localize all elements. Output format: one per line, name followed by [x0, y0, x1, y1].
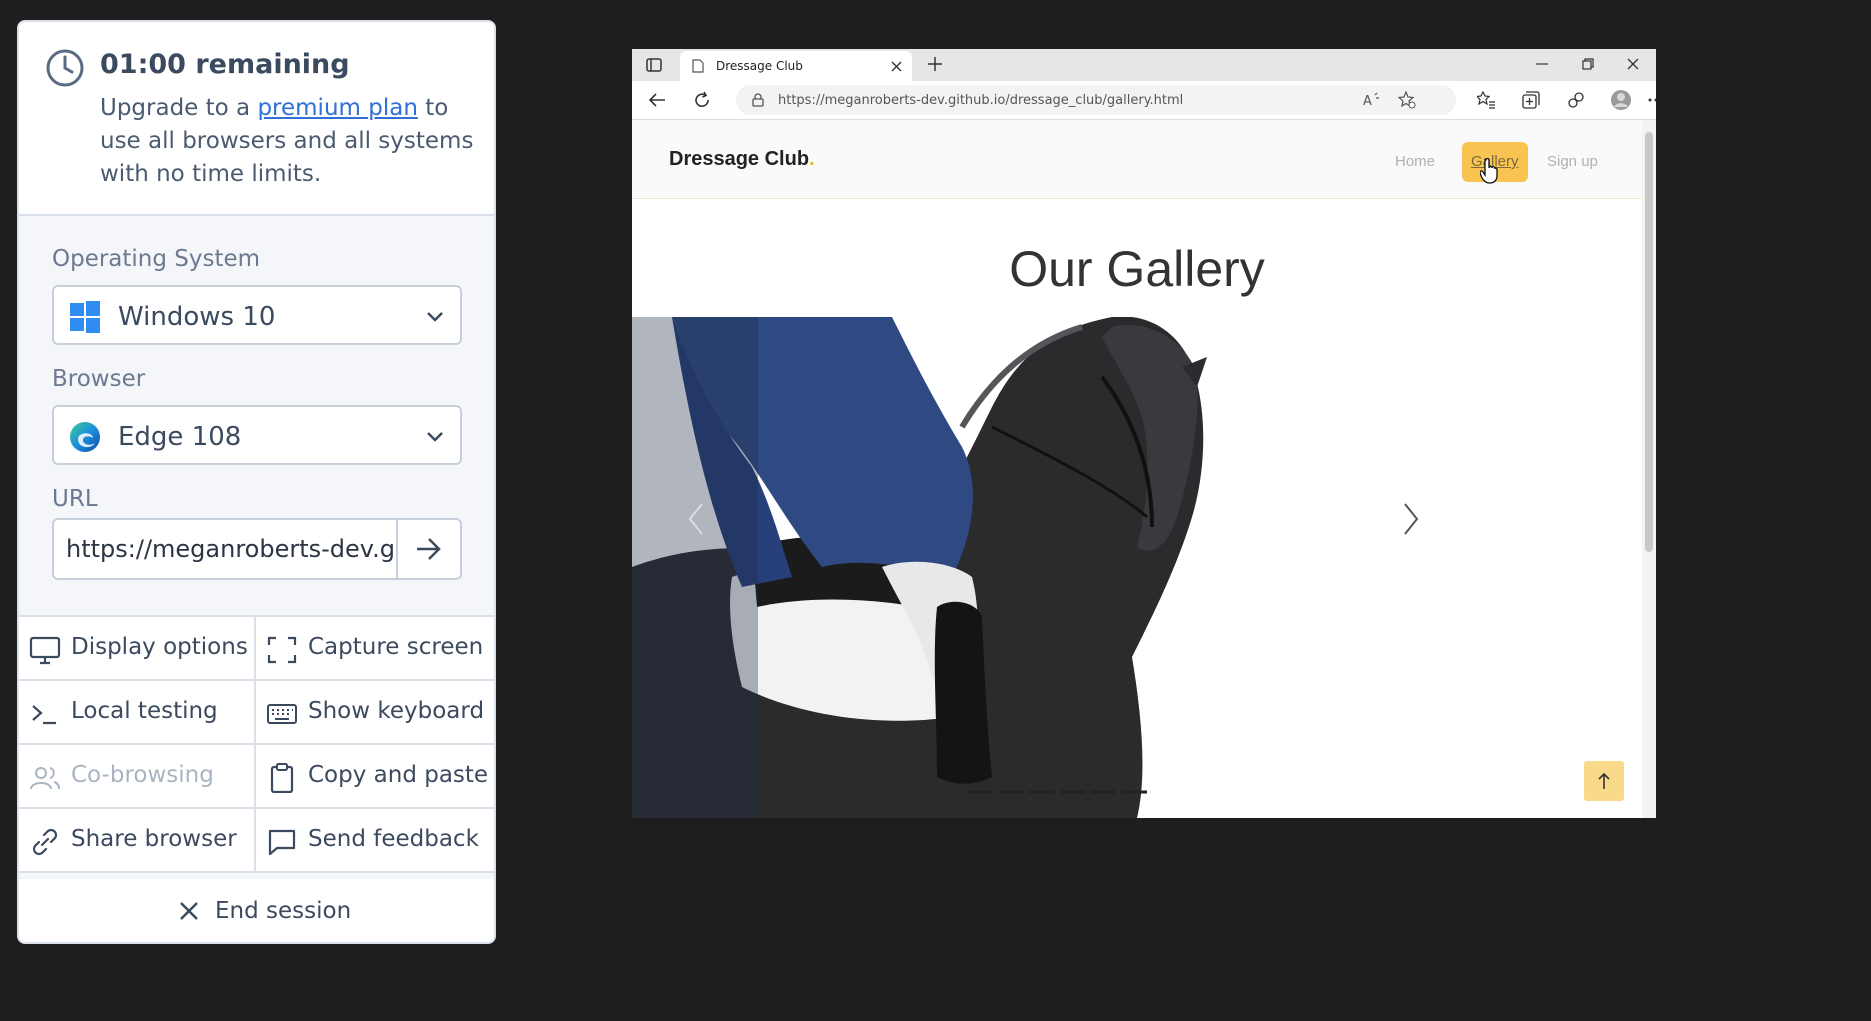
- link-icon: [32, 828, 58, 856]
- back-icon[interactable]: [648, 92, 666, 108]
- gallery-heading: Our Gallery: [1009, 241, 1265, 297]
- windows-icon: [70, 301, 100, 333]
- actions-grid: Display options Capture screen Local tes…: [19, 615, 494, 873]
- display-options-button[interactable]: Display options: [19, 617, 256, 681]
- browser-window: Dressage Club https://meganroberts-dev.g…: [632, 49, 1656, 818]
- tab-bar: Dressage Club: [632, 49, 1656, 81]
- monitor-icon: [29, 636, 61, 665]
- url-label: URL: [52, 486, 98, 512]
- url-path: /dressage_club/gallery.html: [1005, 93, 1184, 108]
- brand-dot: .: [809, 148, 815, 170]
- timer-card: 01:00 remaining Upgrade to a premium pla…: [19, 22, 494, 216]
- carousel-prev-icon[interactable]: [688, 502, 704, 536]
- browser-label: Browser: [52, 366, 146, 392]
- close-window-icon[interactable]: [1627, 58, 1639, 70]
- local-testing-button[interactable]: Local testing: [19, 681, 256, 745]
- edge-icon: [70, 422, 100, 452]
- nav-sign-up[interactable]: Sign up: [1538, 142, 1607, 182]
- arrow-right-icon: [417, 538, 441, 560]
- upgrade-prefix: Upgrade to a: [100, 95, 258, 121]
- svg-text:A: A: [1363, 94, 1372, 108]
- chevron-down-icon: [427, 432, 443, 442]
- clock-icon: [46, 49, 84, 87]
- upgrade-message: Upgrade to a premium plan to use all bro…: [100, 92, 480, 191]
- more-icon[interactable]: [1648, 98, 1656, 102]
- action-label: Send feedback: [308, 826, 479, 852]
- back-to-top-button[interactable]: [1584, 761, 1624, 801]
- hand-cursor-icon: [1480, 158, 1498, 184]
- capture-icon: [267, 636, 297, 664]
- read-aloud-icon[interactable]: A: [1363, 92, 1381, 108]
- site-brand[interactable]: Dressage Club.: [669, 148, 815, 171]
- share-browser-button[interactable]: Share browser: [19, 809, 256, 873]
- page-scrollbar[interactable]: [1642, 120, 1656, 818]
- end-session-label: End session: [215, 898, 352, 924]
- browser-select[interactable]: Edge 108: [52, 405, 462, 465]
- show-keyboard-button[interactable]: Show keyboard: [256, 681, 494, 745]
- url-field-container: [52, 518, 462, 580]
- url-input[interactable]: [54, 520, 400, 578]
- action-label: Display options: [71, 634, 248, 660]
- keyboard-icon: [267, 704, 297, 724]
- tab-close-icon[interactable]: [891, 61, 902, 72]
- feedback-icon: [268, 829, 296, 856]
- favorites-icon[interactable]: [1477, 91, 1495, 109]
- arrow-up-icon: [1598, 772, 1610, 789]
- timer-title: 01:00 remaining: [100, 49, 350, 80]
- send-feedback-button[interactable]: Send feedback: [256, 809, 494, 873]
- action-label: Share browser: [71, 826, 237, 852]
- minimize-icon[interactable]: [1536, 63, 1548, 65]
- chevron-down-icon: [427, 312, 443, 322]
- carousel-next-icon[interactable]: [1403, 502, 1419, 536]
- nav-home[interactable]: Home: [1386, 142, 1444, 182]
- os-label: Operating System: [52, 246, 261, 272]
- address-bar[interactable]: https://meganroberts-dev.github.io/dress…: [736, 85, 1456, 115]
- action-label: Show keyboard: [308, 698, 485, 724]
- address-text: https://meganroberts-dev.github.io/dress…: [778, 93, 1183, 108]
- address-bar-row: https://meganroberts-dev.github.io/dress…: [632, 81, 1656, 120]
- page-icon: [692, 59, 704, 73]
- web-page: Dressage Club. Home Gallery Sign up Our …: [632, 120, 1642, 818]
- go-button[interactable]: [396, 520, 460, 578]
- extensions-icon[interactable]: [1567, 91, 1585, 109]
- refresh-icon[interactable]: [693, 91, 711, 109]
- clipboard-icon: [270, 763, 294, 793]
- tab-title: Dressage Club: [716, 59, 803, 73]
- action-label: Capture screen: [308, 634, 484, 660]
- copy-paste-button[interactable]: Copy and paste: [256, 745, 494, 809]
- session-panel: 01:00 remaining Upgrade to a premium pla…: [17, 20, 496, 944]
- users-icon: [30, 767, 60, 790]
- brand-text: Dressage Club: [669, 148, 810, 170]
- new-tab-icon[interactable]: [928, 57, 942, 71]
- profile-icon[interactable]: [1610, 89, 1632, 111]
- os-select[interactable]: Windows 10: [52, 285, 462, 345]
- url-host: https://meganroberts-dev.github.io: [778, 93, 1006, 108]
- tab-dressage-club[interactable]: Dressage Club: [680, 51, 912, 81]
- gallery-photo: [632, 317, 1642, 818]
- os-value: Windows 10: [118, 302, 276, 332]
- lock-icon: [752, 93, 764, 107]
- action-label: Copy and paste: [308, 762, 489, 788]
- close-icon: [180, 902, 198, 920]
- collections-icon[interactable]: [1522, 91, 1540, 109]
- restore-icon[interactable]: [1582, 58, 1594, 70]
- premium-plan-link[interactable]: premium plan: [257, 95, 417, 121]
- scrollbar-thumb[interactable]: [1645, 132, 1653, 552]
- capture-screen-button[interactable]: Capture screen: [256, 617, 494, 681]
- action-label: Co-browsing: [71, 762, 214, 788]
- terminal-icon: [32, 705, 56, 725]
- end-session-button[interactable]: End session: [19, 879, 494, 942]
- co-browsing-button[interactable]: Co-browsing: [19, 745, 256, 809]
- add-favorite-icon[interactable]: [1398, 91, 1416, 109]
- browser-value: Edge 108: [118, 422, 242, 452]
- tab-actions-icon[interactable]: [646, 58, 662, 72]
- site-navbar: Dressage Club. Home Gallery Sign up: [632, 120, 1642, 199]
- action-label: Local testing: [71, 698, 218, 724]
